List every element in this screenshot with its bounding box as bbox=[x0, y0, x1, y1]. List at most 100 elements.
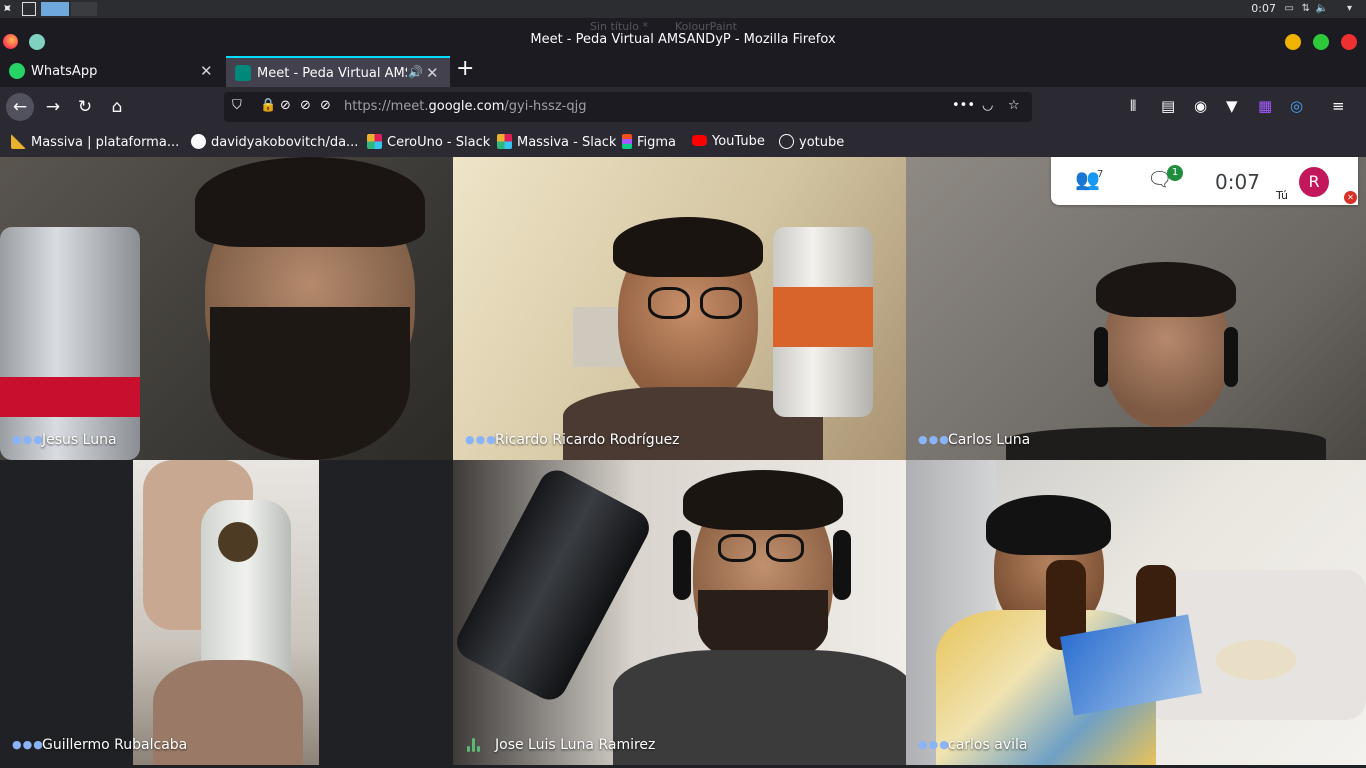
participant-video bbox=[453, 157, 906, 460]
bookmark-label: davidyakobovitch/da... bbox=[211, 135, 359, 150]
new-tab-button[interactable]: + bbox=[456, 56, 474, 81]
audio-playing-icon[interactable]: 🔊 bbox=[408, 65, 423, 79]
reload-button[interactable]: ↻ bbox=[71, 93, 99, 121]
bookmark-item[interactable]: Figma bbox=[622, 134, 676, 150]
participant-name: Carlos Luna bbox=[948, 432, 1031, 448]
participant-name: Jesus Luna bbox=[42, 432, 117, 448]
participant-name: carlos avila bbox=[948, 737, 1028, 753]
bookmark-label: CeroUno - Slack bbox=[387, 135, 491, 150]
bookmark-item[interactable]: CeroUno - Slack bbox=[367, 134, 490, 150]
bookmarks-toolbar: Massiva | plataforma... davidyakobovitch… bbox=[0, 127, 1366, 157]
more-options-icon[interactable]: ●●● bbox=[12, 738, 44, 751]
system-clock[interactable]: 0:07 bbox=[1251, 2, 1276, 15]
home-button[interactable]: ⌂ bbox=[103, 93, 131, 121]
menu-hamburger-icon[interactable]: ≡ bbox=[1332, 97, 1345, 115]
bookmark-label: Massiva - Slack bbox=[517, 135, 617, 150]
more-options-icon[interactable]: ●●● bbox=[918, 738, 950, 751]
meeting-timer: 0:07 bbox=[1215, 170, 1260, 194]
network-icon[interactable]: ⇅ bbox=[1302, 3, 1310, 14]
minimize-button[interactable] bbox=[1285, 34, 1301, 50]
slack-icon bbox=[367, 134, 382, 149]
lock-icon[interactable]: 🔒 bbox=[260, 98, 276, 113]
account-icon[interactable]: ◉ bbox=[1194, 97, 1207, 115]
tab-strip: WhatsApp ✕ Meet - Peda Virtual AMSANDyP … bbox=[0, 54, 1366, 87]
navigation-toolbar: ← → ↻ ⌂ ⛉ 🔒 ⊘ ⊘ ⊘ https://meet.google.co… bbox=[0, 87, 1366, 127]
chat-badge: 1 bbox=[1167, 165, 1183, 181]
workspace-indicator-1[interactable] bbox=[22, 2, 36, 16]
url-domain: google.com bbox=[428, 99, 505, 114]
meet-icon bbox=[235, 65, 251, 81]
close-tab-icon[interactable]: ✕ bbox=[200, 62, 213, 80]
close-window-button[interactable] bbox=[1341, 34, 1357, 50]
url-bar[interactable]: ⛉ 🔒 ⊘ ⊘ ⊘ https://meet.google.com/gyi-hs… bbox=[224, 92, 1032, 122]
participant-name: Jose Luis Luna Ramirez bbox=[495, 737, 656, 753]
participant-tile[interactable]: ●●● carlos avila bbox=[906, 460, 1366, 765]
library-icon[interactable]: ⫴ bbox=[1130, 97, 1136, 115]
tab-meet[interactable]: Meet - Peda Virtual AMSANDyP 🔊 ✕ bbox=[226, 56, 450, 87]
workspace-indicator-3[interactable] bbox=[71, 2, 97, 16]
participant-video bbox=[0, 157, 453, 460]
participant-name: Guillermo Rubalcaba bbox=[42, 737, 188, 753]
bookmark-label: yotube bbox=[799, 135, 845, 150]
launcher-icon[interactable]: ⯍ bbox=[3, 1, 12, 16]
shield-icon[interactable]: ⛉ bbox=[232, 98, 242, 113]
pocket-icon[interactable]: ◡ bbox=[982, 98, 993, 113]
mic-blocked-icon[interactable]: ⊘ bbox=[300, 98, 311, 113]
sidebar-icon[interactable]: ▤ bbox=[1161, 97, 1175, 115]
mic-muted-icon[interactable]: ✕ bbox=[1344, 191, 1357, 204]
window-titlebar: Sin título * KolourPaint Meet - Peda Vir… bbox=[0, 18, 1366, 54]
self-label: Tú bbox=[1276, 189, 1289, 202]
workspace-indicator-2[interactable] bbox=[41, 2, 69, 16]
system-menu-icon[interactable]: ▾ bbox=[1347, 3, 1352, 14]
participants-count: 7 bbox=[1097, 169, 1104, 180]
back-button[interactable]: ← bbox=[6, 93, 34, 121]
bookmark-item[interactable]: yotube bbox=[779, 134, 844, 150]
more-options-icon[interactable]: ●●● bbox=[12, 433, 44, 446]
figma-icon bbox=[622, 134, 632, 149]
more-options-icon[interactable]: ●●● bbox=[918, 433, 950, 446]
participant-tile[interactable]: ●●● Guillermo Rubalcaba bbox=[0, 460, 453, 765]
bookmark-star-icon[interactable]: ☆ bbox=[1008, 98, 1020, 113]
bookmark-item[interactable]: Massiva | plataforma... bbox=[11, 134, 179, 150]
github-icon bbox=[191, 134, 206, 149]
bookmark-label: Figma bbox=[637, 135, 677, 150]
forward-button[interactable]: → bbox=[39, 93, 67, 121]
page-actions-icon[interactable]: ••• bbox=[952, 98, 975, 113]
more-options-icon[interactable]: ●●● bbox=[465, 433, 497, 446]
volume-icon[interactable]: 🔈 bbox=[1316, 3, 1328, 14]
whatsapp-icon bbox=[9, 63, 25, 79]
meeting-info-panel: 👥 7 🗨 1 0:07 R Tú ✕ bbox=[1051, 157, 1358, 205]
bookmark-label: Massiva | plataforma... bbox=[31, 135, 180, 150]
slack-icon bbox=[497, 134, 512, 149]
url-path: /gyi-hssz-qjg bbox=[504, 99, 587, 114]
close-tab-icon[interactable]: ✕ bbox=[426, 64, 439, 82]
meet-video-grid: ●●● Jesus Luna ●●● Ricardo Ricardo Rodrí… bbox=[0, 157, 1366, 768]
extension-grid-icon[interactable]: ▦ bbox=[1258, 97, 1272, 115]
url-text[interactable]: https://meet.google.com/gyi-hssz-qjg bbox=[344, 99, 586, 114]
extension-compass-icon[interactable]: ◎ bbox=[1290, 97, 1303, 115]
youtube-icon bbox=[692, 135, 707, 146]
maximize-button[interactable] bbox=[1313, 34, 1329, 50]
tab-label: WhatsApp bbox=[31, 64, 98, 79]
participant-video bbox=[906, 460, 1366, 765]
camera-blocked-icon[interactable]: ⊘ bbox=[280, 98, 291, 113]
tab-label: Meet - Peda Virtual AMSANDyP bbox=[257, 66, 407, 81]
participant-tile[interactable]: ●●● Jesus Luna bbox=[0, 157, 453, 460]
system-top-panel: ⯍ 0:07 ▭ ⇅ 🔈 ▾ bbox=[0, 0, 1366, 18]
globe-icon bbox=[779, 134, 794, 149]
participant-name: Ricardo Ricardo Rodríguez bbox=[495, 432, 680, 448]
bookmark-item[interactable]: YouTube bbox=[692, 134, 765, 149]
url-prefix: https://meet. bbox=[344, 99, 429, 114]
participant-tile[interactable]: ●●● Ricardo Ricardo Rodríguez bbox=[453, 157, 906, 460]
avatar[interactable]: R bbox=[1299, 167, 1329, 197]
bookmark-label: YouTube bbox=[712, 134, 765, 149]
massiva-icon bbox=[11, 134, 26, 149]
tab-whatsapp[interactable]: WhatsApp ✕ bbox=[0, 56, 224, 87]
extension-v-icon[interactable]: ▼ bbox=[1226, 97, 1238, 115]
bookmark-item[interactable]: davidyakobovitch/da... bbox=[191, 134, 358, 150]
participant-tile[interactable]: Jose Luis Luna Ramirez bbox=[453, 460, 906, 765]
bookmark-item[interactable]: Massiva - Slack bbox=[497, 134, 616, 150]
speaking-indicator-icon bbox=[467, 738, 485, 752]
autoplay-icon[interactable]: ⊘ bbox=[320, 98, 331, 113]
battery-icon[interactable]: ▭ bbox=[1285, 3, 1294, 14]
